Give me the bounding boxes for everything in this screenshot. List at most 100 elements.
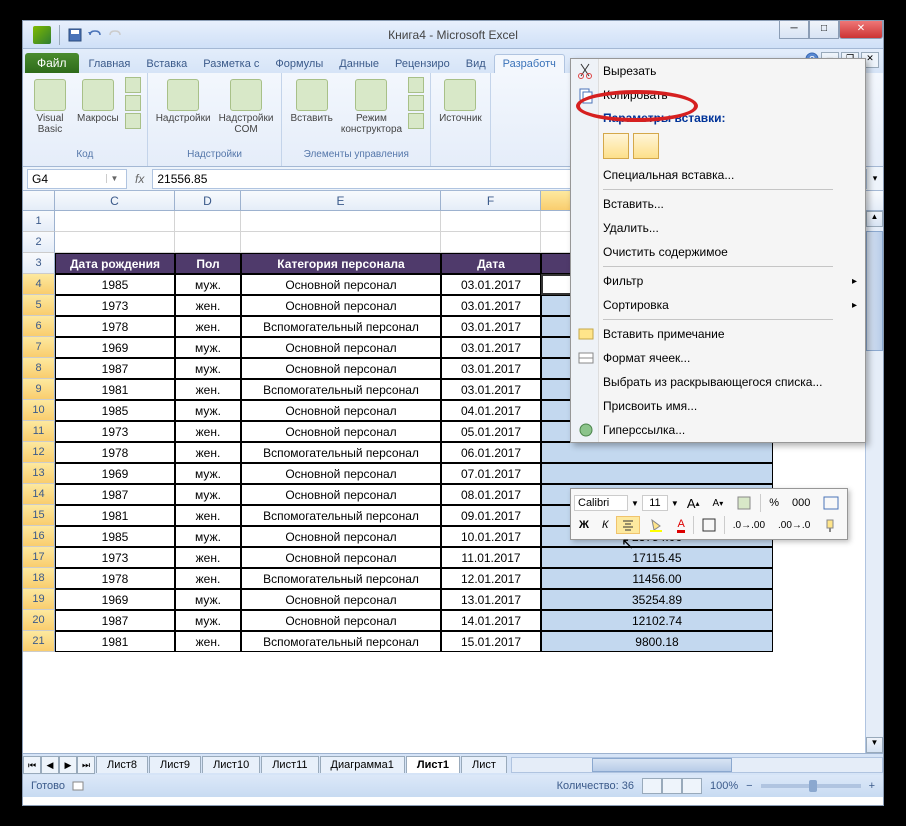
mt-percent[interactable]: %	[764, 494, 784, 512]
cell[interactable]: 12.01.2017	[441, 568, 541, 589]
tab-insert[interactable]: Вставка	[138, 55, 195, 73]
sheet-tab[interactable]: Лист11	[261, 756, 318, 773]
row-header[interactable]: 9	[23, 379, 55, 400]
cell[interactable]: муж.	[175, 463, 241, 484]
cell[interactable]: 08.01.2017	[441, 484, 541, 505]
cell[interactable]: 1978	[55, 442, 175, 463]
cell[interactable]: жен.	[175, 295, 241, 316]
cell[interactable]: Основной персонал	[241, 484, 441, 505]
cell[interactable]: муж.	[175, 526, 241, 547]
row-header[interactable]: 2	[23, 232, 55, 253]
zoom-out[interactable]: −	[746, 780, 752, 792]
cell[interactable]: 10.01.2017	[441, 526, 541, 547]
cell[interactable]	[241, 232, 441, 253]
undo-icon[interactable]	[87, 27, 103, 43]
cell[interactable]: жен.	[175, 379, 241, 400]
cm-sort[interactable]: Сортировка▸	[571, 293, 865, 317]
sheet-tab[interactable]: Лист	[461, 756, 507, 773]
row-header[interactable]: 6	[23, 316, 55, 337]
save-icon[interactable]	[67, 27, 83, 43]
cell[interactable]	[541, 463, 773, 484]
name-box[interactable]: G4 ▼	[27, 169, 127, 189]
sheet-tab[interactable]: Лист1	[406, 756, 460, 773]
cell[interactable]: Основной персонал	[241, 526, 441, 547]
excel-app-icon[interactable]	[33, 26, 51, 44]
cell[interactable]: 1969	[55, 463, 175, 484]
cell[interactable]	[175, 232, 241, 253]
properties[interactable]	[408, 77, 424, 93]
maximize-button[interactable]: □	[809, 21, 839, 39]
row-header[interactable]: 15	[23, 505, 55, 526]
cell[interactable]: Вспомогательный персонал	[241, 442, 441, 463]
cell[interactable]: 03.01.2017	[441, 274, 541, 295]
cell[interactable]: жен.	[175, 547, 241, 568]
cell[interactable]: Дата	[441, 253, 541, 274]
col-header-d[interactable]: D	[175, 191, 241, 210]
sheet-tab[interactable]: Диаграмма1	[320, 756, 405, 773]
row-header[interactable]: 5	[23, 295, 55, 316]
cell[interactable]: муж.	[175, 589, 241, 610]
cm-pick-from-list[interactable]: Выбрать из раскрывающегося списка...	[571, 370, 865, 394]
tab-pagelayout[interactable]: Разметка с	[195, 55, 267, 73]
mt-italic[interactable]: К	[597, 516, 613, 534]
file-tab[interactable]: Файл	[25, 53, 79, 73]
tab-data[interactable]: Данные	[331, 55, 387, 73]
cell[interactable]: Вспомогательный персонал	[241, 505, 441, 526]
cell[interactable]: 13.01.2017	[441, 589, 541, 610]
cell[interactable]: 1981	[55, 631, 175, 652]
cell[interactable]: Основной персонал	[241, 274, 441, 295]
com-addins-button[interactable]: Надстройки COM	[217, 77, 276, 137]
visual-basic-button[interactable]: Visual Basic	[29, 77, 71, 137]
vscroll-thumb[interactable]	[866, 231, 883, 351]
view-pagebreak[interactable]	[682, 778, 702, 794]
scroll-up[interactable]: ▲	[866, 211, 883, 227]
row-header[interactable]: 10	[23, 400, 55, 421]
row-header[interactable]: 3	[23, 253, 55, 274]
mt-thousands[interactable]: 000	[787, 494, 815, 512]
view-code[interactable]	[408, 95, 424, 111]
cell[interactable]: муж.	[175, 337, 241, 358]
cm-cut[interactable]: Вырезать	[571, 59, 865, 83]
cell[interactable]: муж.	[175, 274, 241, 295]
row-header[interactable]: 8	[23, 358, 55, 379]
xml-source-button[interactable]: Источник	[437, 77, 484, 126]
row-header[interactable]: 7	[23, 337, 55, 358]
cell[interactable]: 03.01.2017	[441, 358, 541, 379]
vertical-scrollbar[interactable]: ▲ ▼	[865, 211, 883, 753]
cell[interactable]: Основной персонал	[241, 589, 441, 610]
cell[interactable]: жен.	[175, 316, 241, 337]
cell[interactable]: 12102.74	[541, 610, 773, 631]
mt-styles[interactable]	[731, 492, 757, 514]
mt-font-select[interactable]: Calibri	[574, 495, 628, 511]
cell[interactable]: 1973	[55, 547, 175, 568]
cell[interactable]: 07.01.2017	[441, 463, 541, 484]
cell[interactable]: 1973	[55, 421, 175, 442]
design-mode-button[interactable]: Режим конструктора	[339, 77, 404, 137]
cell[interactable]: 1981	[55, 505, 175, 526]
cm-format-cells[interactable]: Формат ячеек...	[571, 346, 865, 370]
row-header[interactable]: 11	[23, 421, 55, 442]
mt-center[interactable]	[616, 516, 640, 534]
col-header-c[interactable]: C	[55, 191, 175, 210]
cell[interactable]: 06.01.2017	[441, 442, 541, 463]
cell[interactable]: 1985	[55, 400, 175, 421]
cell[interactable]: 09.01.2017	[441, 505, 541, 526]
sheet-tab[interactable]: Лист8	[96, 756, 148, 773]
expand-formula-bar[interactable]: ▾	[867, 173, 883, 184]
cm-hyperlink[interactable]: Гиперссылка...	[571, 418, 865, 442]
cell[interactable]: 1985	[55, 274, 175, 295]
mt-grow-font[interactable]: A▴	[682, 493, 705, 514]
redo-icon[interactable]	[107, 27, 123, 43]
cell[interactable]: Категория персонала	[241, 253, 441, 274]
cell[interactable]: 03.01.2017	[441, 316, 541, 337]
row-header[interactable]: 17	[23, 547, 55, 568]
mt-dec-decimal[interactable]: .00→.0	[773, 517, 815, 534]
nav-prev[interactable]: ◀	[41, 756, 59, 774]
cell[interactable]	[541, 442, 773, 463]
cell[interactable]	[441, 232, 541, 253]
cell[interactable]: Основной персонал	[241, 337, 441, 358]
cell[interactable]: Вспомогательный персонал	[241, 568, 441, 589]
mt-bold[interactable]: Ж	[574, 516, 594, 534]
chevron-down-icon[interactable]: ▼	[671, 499, 679, 508]
cell[interactable]: 1969	[55, 589, 175, 610]
